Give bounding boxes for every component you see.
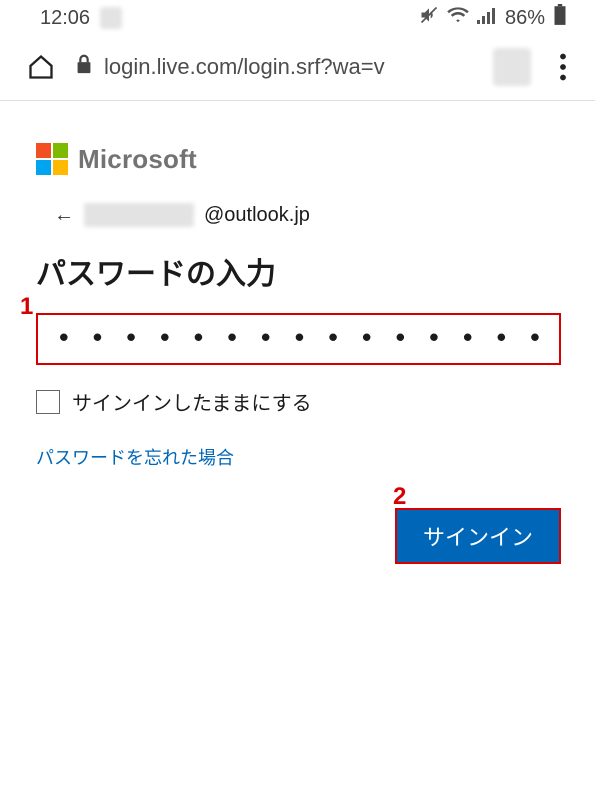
lock-icon [74, 53, 94, 81]
identity-domain: @outlook.jp [204, 204, 310, 227]
identity-username-redacted [84, 203, 194, 227]
keep-signed-in-row[interactable]: サインインしたままにする [36, 387, 561, 416]
keep-signed-in-label: サインインしたままにする [72, 387, 312, 416]
battery-percent: 86% [505, 7, 545, 30]
url-text: login.live.com/login.srf?wa=v [104, 54, 385, 80]
browser-menu-button[interactable] [549, 53, 577, 81]
annotation-2: 2 [393, 483, 406, 511]
microsoft-logo-squares [36, 143, 68, 175]
home-button[interactable] [26, 52, 56, 82]
battery-icon [553, 4, 567, 32]
microsoft-wordmark: Microsoft [78, 144, 197, 175]
signin-button[interactable]: サインイン [395, 508, 561, 564]
address-bar[interactable]: login.live.com/login.srf?wa=v [74, 53, 475, 81]
forgot-password-link[interactable]: パスワードを忘れた場合 [36, 444, 561, 470]
tab-count-button[interactable] [493, 48, 531, 86]
identity-row[interactable]: ← @outlook.jp [36, 203, 561, 227]
cellular-icon [477, 6, 497, 30]
browser-toolbar: login.live.com/login.srf?wa=v [0, 36, 595, 101]
keep-signed-in-checkbox[interactable] [36, 390, 60, 414]
microsoft-logo: Microsoft [36, 143, 561, 175]
status-app-icon [100, 7, 122, 29]
annotation-1: 1 [20, 293, 33, 321]
password-input[interactable]: •••••••••••••••••••••••• [36, 313, 561, 365]
mute-icon [419, 5, 439, 31]
page-title: パスワードの入力 [36, 249, 561, 293]
back-arrow-icon[interactable]: ← [54, 204, 74, 227]
wifi-icon [447, 6, 469, 30]
status-bar: 12:06 86% [0, 0, 595, 36]
login-card: Microsoft ← @outlook.jp パスワードの入力 •••••••… [0, 101, 595, 564]
status-time: 12:06 [40, 7, 90, 30]
